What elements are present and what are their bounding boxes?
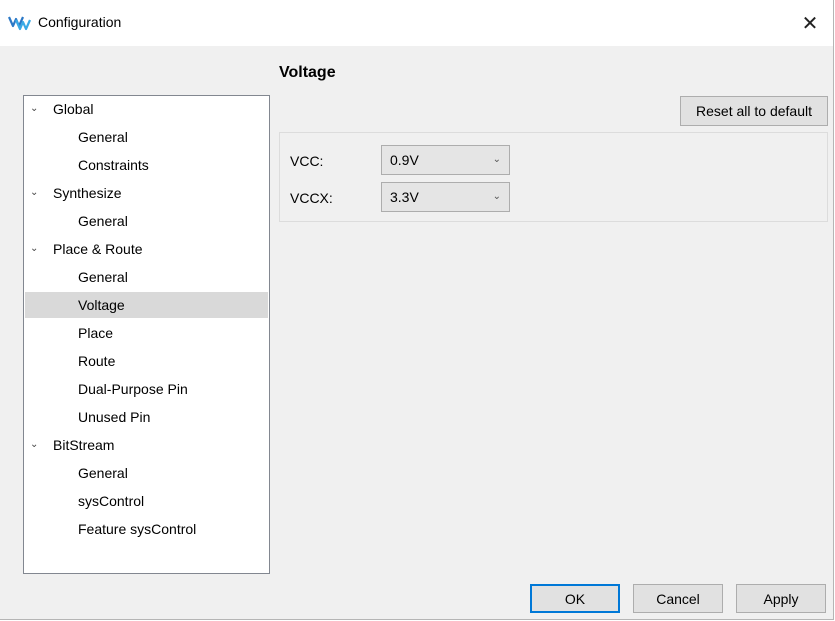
vccx-value: 3.3V [390, 189, 419, 205]
settings-tree: ⌄ Global General Constraints ⌄ Synthesiz… [23, 95, 270, 574]
close-icon: ✕ [801, 12, 819, 35]
tree-item-route[interactable]: Route [25, 348, 268, 374]
tree-item-label: General [78, 269, 128, 285]
tree-item-label: Synthesize [53, 185, 122, 201]
tree-item-label: Voltage [78, 297, 125, 313]
tree-item-label: Unused Pin [78, 409, 151, 425]
tree-item-label: Route [78, 353, 116, 369]
tree-item-label: Global [53, 101, 94, 117]
tree-item-bitstream[interactable]: ⌄ BitStream [25, 432, 268, 458]
tree-item-label: BitStream [53, 437, 115, 453]
tree-item-label: Place & Route [53, 241, 143, 257]
chevron-down-icon[interactable]: ⌄ [30, 432, 44, 458]
chevron-down-icon[interactable]: ⌄ [30, 180, 44, 206]
tree-item-label: General [78, 465, 128, 481]
tree-item-label: Dual-Purpose Pin [78, 381, 188, 397]
chevron-down-icon[interactable]: ⌄ [30, 96, 44, 122]
apply-button[interactable]: Apply [736, 584, 826, 613]
tree-item-global-general[interactable]: General [25, 124, 268, 150]
ok-button[interactable]: OK [530, 584, 620, 613]
vcc-value: 0.9V [390, 152, 419, 168]
tree-item-unused-pin[interactable]: Unused Pin [25, 404, 268, 430]
tree-item-place-route[interactable]: ⌄ Place & Route [25, 236, 268, 262]
tree-item-syscontrol[interactable]: sysControl [25, 488, 268, 514]
vccx-label: VCCX: [290, 190, 333, 206]
tree-item-label: Feature sysControl [78, 521, 197, 537]
chevron-down-icon[interactable]: ⌄ [30, 236, 44, 262]
tree-item-label: General [78, 213, 128, 229]
tree-item-place[interactable]: Place [25, 320, 268, 346]
tree-item-bitstream-general[interactable]: General [25, 460, 268, 486]
chevron-down-icon: ⌄ [492, 191, 501, 202]
voltage-group [279, 132, 828, 222]
cancel-button[interactable]: Cancel [633, 584, 723, 613]
tree-item-place-route-general[interactable]: General [25, 264, 268, 290]
tree-item-synthesize[interactable]: ⌄ Synthesize [25, 180, 268, 206]
title-bar: Configuration ✕ [0, 0, 833, 46]
app-logo-icon [8, 16, 32, 31]
tree-item-feature-syscontrol[interactable]: Feature sysControl [25, 516, 268, 542]
reset-all-button[interactable]: Reset all to default [680, 96, 828, 126]
page-title: Voltage [279, 64, 336, 81]
window-title: Configuration [38, 14, 122, 30]
tree-item-synthesize-general[interactable]: General [25, 208, 268, 234]
tree-item-constraints[interactable]: Constraints [25, 152, 268, 178]
vcc-label: VCC: [290, 153, 324, 169]
tree-item-label: Constraints [78, 157, 149, 173]
tree-item-label: sysControl [78, 493, 145, 509]
close-button[interactable]: ✕ [787, 0, 833, 46]
configuration-dialog: Configuration ✕ ⌄ Global General Constra… [0, 0, 834, 620]
tree-item-label: General [78, 129, 128, 145]
vcc-dropdown[interactable]: 0.9V ⌄ [381, 145, 510, 175]
tree-item-label: Place [78, 325, 114, 341]
vccx-dropdown[interactable]: 3.3V ⌄ [381, 182, 510, 212]
chevron-down-icon: ⌄ [492, 154, 501, 165]
tree-item-dual-purpose-pin[interactable]: Dual-Purpose Pin [25, 376, 268, 402]
tree-item-global[interactable]: ⌄ Global [25, 96, 268, 122]
tree-item-voltage[interactable]: Voltage [25, 292, 268, 318]
